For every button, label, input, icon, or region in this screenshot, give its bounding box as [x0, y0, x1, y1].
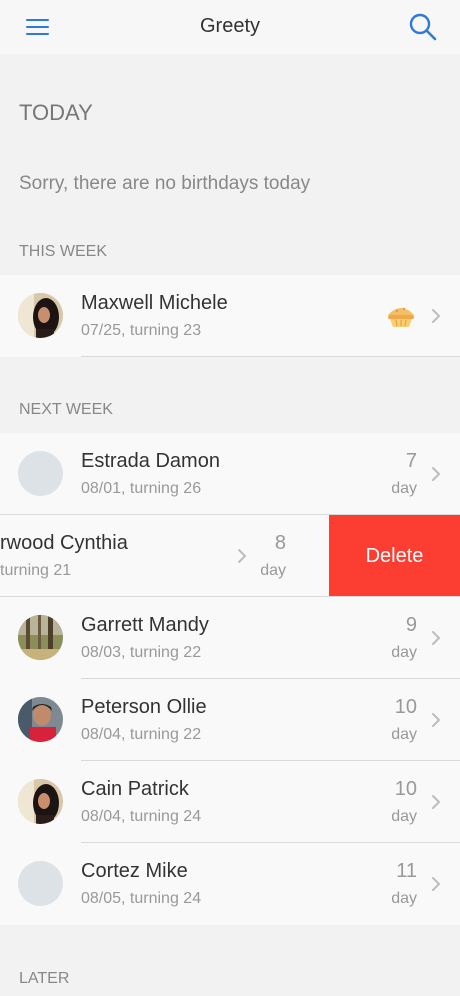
chevron-right-icon [430, 794, 442, 810]
birthday-details: 08/04, turning 24 [81, 808, 202, 825]
person-name: rwood Cynthia [0, 532, 128, 554]
birthday-row-estrada-damon[interactable]: Estrada Damon 08/01, turning 26 7 day [0, 433, 460, 515]
chevron-right-icon [430, 630, 442, 646]
birthday-row-swiped[interactable]: rwood Cynthia turning 21 8 day Delete [0, 515, 460, 597]
birthday-details: 08/01, turning 26 [81, 480, 202, 497]
days-unit: day [391, 808, 417, 825]
birthday-details: 08/03, turning 22 [81, 644, 202, 661]
avatar [18, 779, 63, 824]
chevron-right-icon [430, 712, 442, 728]
person-name: Peterson Ollie [81, 696, 207, 718]
section-title-later: LATER [19, 970, 70, 987]
page-title: Greety [199, 15, 261, 37]
days-until-count: 10 [394, 778, 417, 800]
birthday-details: 08/05, turning 24 [81, 890, 202, 907]
days-until-count: 10 [394, 696, 417, 718]
days-unit: day [391, 890, 417, 907]
chevron-right-icon [430, 308, 442, 324]
pie-icon [386, 303, 416, 329]
birthday-row-peterson-ollie[interactable]: Peterson Ollie 08/04, turning 22 10 day [0, 679, 460, 761]
birthday-row-garrett-mandy[interactable]: Garrett Mandy 08/03, turning 22 9 day [0, 597, 460, 679]
birthday-row-maxwell-michele[interactable]: Maxwell Michele 07/25, turning 23 [0, 275, 460, 357]
avatar-placeholder [18, 861, 63, 906]
person-name: Maxwell Michele [81, 292, 228, 314]
chevron-right-icon [430, 876, 442, 892]
avatar-placeholder [18, 451, 63, 496]
today-empty-message: Sorry, there are no birthdays today [19, 173, 311, 194]
days-unit: day [260, 562, 286, 579]
birthday-row-cain-patrick[interactable]: Cain Patrick 08/04, turning 24 10 day [0, 761, 460, 843]
days-until-count: 9 [405, 614, 417, 636]
days-unit: day [391, 726, 417, 743]
birthday-details: 07/25, turning 23 [81, 322, 202, 339]
days-until-count: 7 [405, 450, 417, 472]
birthday-details: 08/04, turning 22 [81, 726, 202, 743]
person-name: Cain Patrick [81, 778, 189, 800]
days-unit: day [391, 480, 417, 497]
section-title-next-week: NEXT WEEK [19, 401, 113, 418]
avatar [18, 697, 63, 742]
person-name: Estrada Damon [81, 450, 220, 472]
birthday-details: turning 21 [0, 562, 72, 579]
avatar [18, 293, 63, 338]
person-name: Garrett Mandy [81, 614, 209, 636]
section-title-today: TODAY [19, 100, 93, 125]
days-until-count: 8 [274, 532, 286, 554]
days-unit: day [391, 644, 417, 661]
person-name: Cortez Mike [81, 860, 188, 882]
birthday-row-cortez-mike[interactable]: Cortez Mike 08/05, turning 24 11 day [0, 843, 460, 925]
delete-button[interactable]: Delete [329, 515, 460, 597]
swiped-row-content[interactable]: rwood Cynthia turning 21 8 day [0, 515, 329, 597]
section-title-this-week: THIS WEEK [19, 243, 108, 260]
avatar [18, 615, 63, 660]
search-icon[interactable] [408, 12, 438, 42]
nav-bar: Greety [0, 0, 460, 54]
days-until-count: 11 [396, 860, 417, 882]
row-divider [81, 356, 460, 357]
chevron-right-icon [430, 466, 442, 482]
chevron-right-icon [236, 548, 248, 564]
